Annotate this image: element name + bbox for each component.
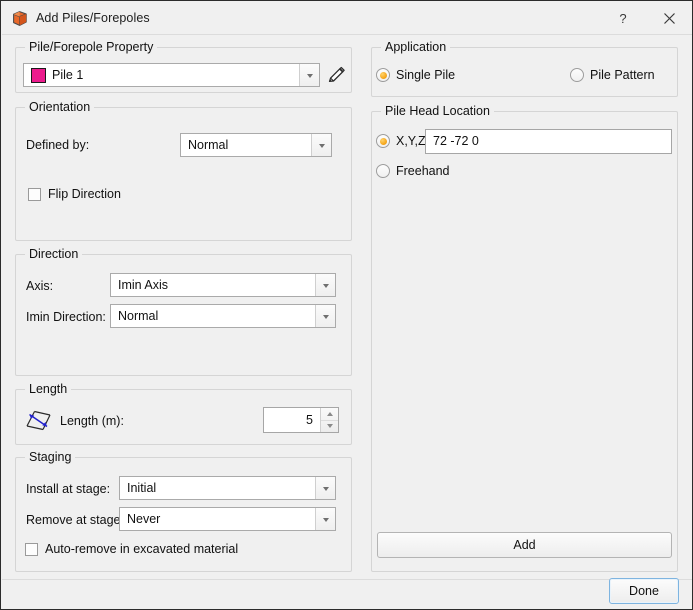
remove-at-stage-value: Never: [127, 512, 161, 526]
flip-direction-label: Flip Direction: [48, 187, 121, 201]
pencil-icon[interactable]: [325, 64, 347, 86]
length-spinbox[interactable]: 5: [263, 407, 339, 433]
length-legend: Length: [25, 382, 72, 396]
spinner-buttons[interactable]: [320, 408, 338, 432]
chevron-down-icon[interactable]: [315, 305, 335, 327]
imin-direction-combobox[interactable]: Normal: [110, 304, 336, 328]
chevron-down-icon[interactable]: [315, 508, 335, 530]
pile-head-location-legend: Pile Head Location: [381, 104, 494, 118]
chevron-down-icon[interactable]: [299, 64, 319, 86]
auto-remove-checkbox[interactable]: Auto-remove in excavated material: [25, 542, 238, 556]
chevron-down-icon[interactable]: [315, 274, 335, 296]
radio-pile-pattern[interactable]: Pile Pattern: [570, 68, 655, 82]
footer-divider: [2, 579, 692, 580]
axis-value: Imin Axis: [118, 278, 169, 292]
spinner-down-icon[interactable]: [321, 419, 338, 433]
pile-property-combobox[interactable]: Pile 1: [23, 63, 320, 87]
radio-xyz[interactable]: X,Y,Z: [376, 134, 426, 148]
single-pile-label: Single Pile: [396, 68, 456, 82]
checkbox-box: [25, 542, 38, 556]
install-at-stage-combobox[interactable]: Initial: [119, 476, 336, 500]
checkbox-box: [28, 187, 41, 201]
install-at-stage-value: Initial: [127, 481, 157, 495]
imin-direction-label: Imin Direction:: [26, 310, 106, 324]
pile-pattern-label: Pile Pattern: [590, 68, 655, 82]
defined-by-combobox[interactable]: Normal: [180, 133, 332, 157]
title-bar: Add Piles/Forepoles ?: [2, 2, 692, 35]
help-button[interactable]: ?: [601, 3, 645, 34]
spinner-up-icon[interactable]: [321, 408, 338, 420]
add-button[interactable]: Add: [377, 532, 672, 558]
add-piles-forepoles-dialog: Add Piles/Forepoles ? Pile/Forepole Prop…: [0, 0, 693, 610]
flip-direction-checkbox[interactable]: Flip Direction: [28, 187, 121, 201]
freehand-label: Freehand: [396, 164, 450, 178]
pile-head-location-group: Pile Head Location: [371, 104, 678, 572]
defined-by-label: Defined by:: [26, 138, 90, 152]
xyz-input[interactable]: 72 -72 0: [425, 129, 672, 154]
direction-legend: Direction: [25, 247, 83, 261]
install-at-stage-label: Install at stage:: [26, 482, 111, 496]
radio-dot: [376, 164, 390, 178]
length-value: 5: [306, 413, 313, 427]
chevron-down-icon[interactable]: [315, 477, 335, 499]
auto-remove-label: Auto-remove in excavated material: [45, 542, 239, 556]
remove-at-stage-label: Remove at stage:: [26, 513, 124, 527]
axis-label: Axis:: [26, 279, 54, 293]
defined-by-value: Normal: [188, 138, 229, 152]
radio-freehand[interactable]: Freehand: [376, 164, 450, 178]
orientation-group: Orientation: [15, 100, 352, 241]
orientation-legend: Orientation: [25, 100, 95, 114]
svg-text:?: ?: [619, 12, 626, 26]
pile-box-icon: [11, 10, 29, 28]
pile-property-value: Pile 1: [52, 68, 84, 82]
imin-direction-value: Normal: [118, 309, 159, 323]
measure-length-icon: [23, 405, 55, 435]
radio-dot: [376, 134, 390, 148]
window-title: Add Piles/Forepoles: [36, 11, 150, 25]
done-button[interactable]: Done: [609, 578, 679, 604]
close-button[interactable]: [647, 3, 691, 34]
length-label: Length (m):: [60, 414, 124, 428]
application-legend: Application: [381, 40, 451, 54]
axis-combobox[interactable]: Imin Axis: [110, 273, 336, 297]
xyz-label: X,Y,Z: [396, 134, 426, 148]
remove-at-stage-combobox[interactable]: Never: [119, 507, 336, 531]
staging-legend: Staging: [25, 450, 76, 464]
radio-dot: [570, 68, 584, 82]
radio-dot: [376, 68, 390, 82]
chevron-down-icon[interactable]: [311, 134, 331, 156]
pile-property-legend: Pile/Forepole Property: [25, 40, 158, 54]
radio-single-pile[interactable]: Single Pile: [376, 68, 455, 82]
pile-color-swatch: [31, 67, 46, 83]
